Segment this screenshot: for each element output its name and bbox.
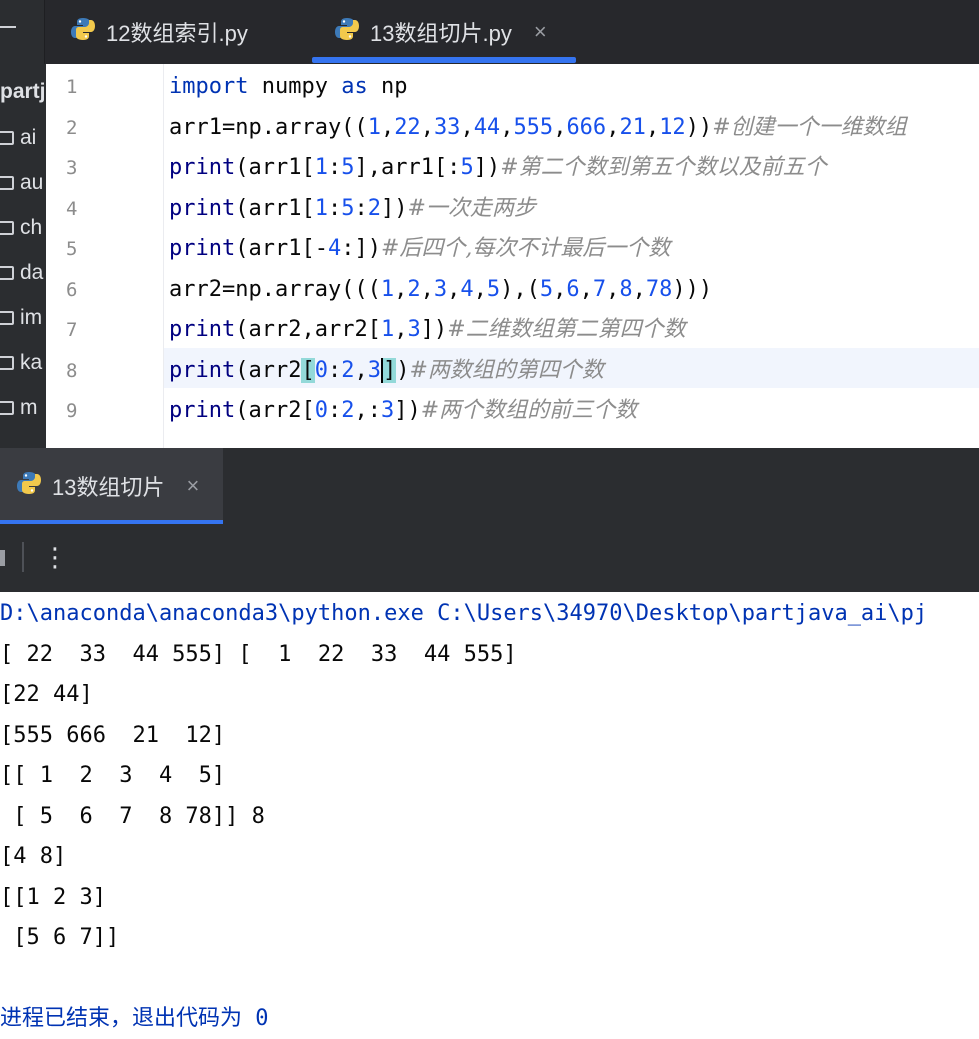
code-line[interactable]: print(arr1[1:5:2])#一次走两步 <box>169 189 536 229</box>
folder-icon <box>0 356 14 370</box>
line-number: 3 <box>66 157 78 179</box>
code-editor[interactable]: partj ai au ch da im ka m 1 2 3 4 5 6 7 8 9 import num… <box>0 64 979 448</box>
more-options-icon[interactable]: ⋮ <box>40 538 70 578</box>
code-line[interactable]: arr2=np.array(((1,2,3,4,5),(5,6,7,8,78))… <box>169 270 712 310</box>
console-output[interactable]: D:\anaconda\anaconda3\python.exe C:\User… <box>0 592 979 1033</box>
project-folder-label: da <box>20 261 44 284</box>
line-number: 1 <box>66 76 78 98</box>
code-line[interactable]: print(arr1[-4:])#后四个,每次不计最后一个数 <box>169 229 670 269</box>
tab-label: 13数组切片.py <box>370 21 512 46</box>
command-line: D:\anaconda\anaconda3\python.exe C:\User… <box>0 601 928 626</box>
folder-icon <box>0 221 14 235</box>
project-folder-item[interactable]: ai <box>0 118 36 158</box>
tool-strip <box>0 0 45 64</box>
output-line: [ 5 6 7 8 78]] 8 <box>0 803 265 829</box>
tab-13-array-slice[interactable]: 13数组切片.py × <box>334 0 547 64</box>
project-folder-label: ai <box>20 126 37 149</box>
project-folder-item[interactable]: m <box>0 388 38 428</box>
run-toolbar: ⋮ <box>0 524 979 592</box>
active-tab-indicator <box>312 57 576 63</box>
toolbar-separator <box>22 542 24 572</box>
close-icon[interactable]: × <box>186 473 199 499</box>
tab-label: 12数组索引.py <box>106 21 248 46</box>
project-folder-label: m <box>20 396 38 419</box>
line-number: 4 <box>66 197 78 220</box>
code-line[interactable]: print(arr1[1:5],arr1[:5])#第二个数到第五个数以及前五个 <box>169 148 827 188</box>
folder-icon <box>0 176 14 190</box>
code-line[interactable]: print(arr2[0:2,:3])#两个数组的前三个数 <box>169 391 637 431</box>
project-folder-item[interactable]: ch <box>0 208 42 248</box>
tab-12-array-index[interactable]: 12数组索引.py <box>70 0 248 64</box>
editor-tab-bar: 12数组索引.py 13数组切片.py × <box>0 0 979 64</box>
folder-icon <box>0 311 14 325</box>
code-line[interactable]: import numpy as np <box>169 67 407 107</box>
project-folder-label: ch <box>20 216 43 239</box>
folder-icon <box>0 266 14 280</box>
menu-dash-icon[interactable] <box>0 26 16 28</box>
output-line: [[1 2 3] <box>0 884 106 910</box>
output-line: [5 6 7]] <box>0 925 120 950</box>
output-line: [[ 1 2 3 4 5] <box>0 763 226 788</box>
run-tool-window-header: 13数组切片 × <box>0 448 979 524</box>
folder-icon <box>0 131 14 145</box>
code-line[interactable]: print(arr2[0:2,3])#两数组的第四个数 <box>169 351 604 391</box>
line-number: 2 <box>66 116 78 139</box>
python-file-icon <box>334 16 360 48</box>
folder-icon <box>0 401 14 415</box>
project-folder-item[interactable]: da <box>0 253 43 293</box>
exit-status-line: 进程已结束，退出代码为 0 <box>0 1006 269 1031</box>
line-number: 5 <box>66 238 78 260</box>
output-line: [555 666 21 12] <box>0 722 226 748</box>
output-line: [22 44] <box>0 682 93 707</box>
project-folder-label: au <box>20 171 44 194</box>
run-tab-label: 13数组切片 <box>52 475 165 500</box>
toolbar-button-stub[interactable] <box>0 550 5 566</box>
project-panel: partj ai au ch da im ka m <box>0 64 46 448</box>
line-number: 9 <box>66 400 78 422</box>
output-line: [4 8] <box>0 844 67 869</box>
project-title: partj <box>0 80 46 103</box>
line-number: 8 <box>66 359 78 382</box>
line-number-gutter: 1 2 3 4 5 6 7 8 9 <box>46 64 164 448</box>
project-folder-label: ka <box>20 351 43 374</box>
project-folder-item[interactable]: ka <box>0 343 42 383</box>
run-tab[interactable]: 13数组切片 × <box>0 448 223 524</box>
python-file-icon <box>16 470 42 502</box>
project-folder-item[interactable]: im <box>0 298 42 338</box>
line-number: 7 <box>66 319 78 341</box>
code-line[interactable]: print(arr2,arr2[1,3])#二维数组第二第四个数 <box>169 310 686 350</box>
close-icon[interactable]: × <box>534 19 547 45</box>
project-folder-item[interactable]: au <box>0 163 43 203</box>
project-folder-label: im <box>20 306 43 329</box>
python-file-icon <box>70 16 96 48</box>
line-number: 6 <box>66 278 78 301</box>
code-line[interactable]: arr1=np.array((1,22,33,44,555,666,21,12)… <box>169 108 907 148</box>
output-line: [ 22 33 44 555] [ 1 22 33 44 555] <box>0 641 517 667</box>
